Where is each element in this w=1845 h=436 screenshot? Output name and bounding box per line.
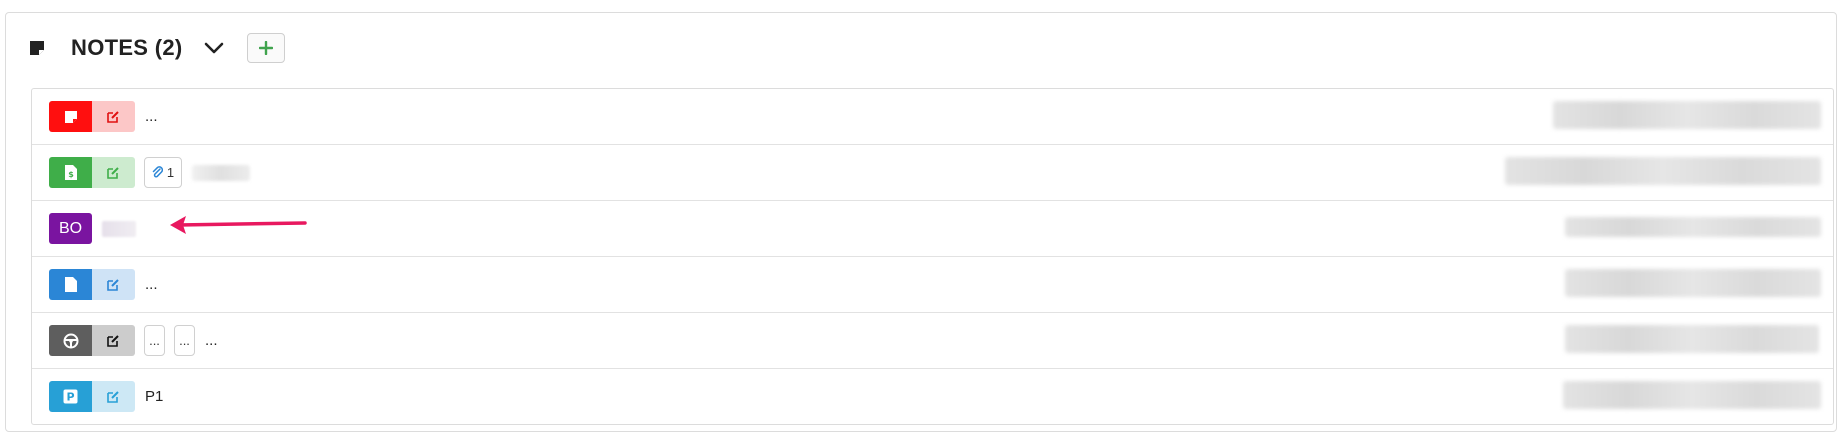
chevron-down-icon[interactable] [201,35,227,61]
sticky-note-icon [28,39,46,57]
svg-text:P: P [66,391,74,404]
vehicle-type-button[interactable] [49,325,92,356]
svg-text:$: $ [68,170,74,179]
redacted-text [1553,101,1821,129]
note-button-group [49,325,135,356]
annotation-arrow [170,216,307,234]
redacted-text [1565,217,1821,237]
attachment-count: 1 [166,165,175,180]
notes-list: ... $ 1 BO ... ... ... ... P P1 [31,88,1834,425]
redacted-text [1563,381,1821,409]
sticky-note-icon [64,110,77,123]
list-item: ... [32,89,1833,145]
list-item: $ 1 [32,145,1833,201]
tag-chip[interactable]: ... [174,325,195,356]
note-text: ... [205,332,218,349]
list-item: P P1 [32,369,1833,424]
edit-button[interactable] [92,381,135,412]
invoice-icon: $ [64,165,77,180]
edit-icon [107,111,119,123]
author-badge[interactable]: BO [49,213,92,244]
edit-button[interactable] [92,325,135,356]
attachments-button[interactable]: 1 [144,157,182,188]
parking-type-button[interactable]: P [49,381,92,412]
redacted-text [1565,269,1821,297]
redacted-text [102,220,136,237]
note-button-group: P [49,381,135,412]
note-text: ... [145,276,158,293]
note-button-group [49,101,135,132]
edit-icon [107,167,119,179]
tag-chip[interactable]: ... [144,325,165,356]
edit-button[interactable] [92,101,135,132]
plus-icon [258,41,273,55]
edit-icon [107,335,119,347]
document-icon [64,277,77,292]
note-button-group [49,269,135,300]
list-item: ... [32,257,1833,313]
paperclip-icon [152,166,163,178]
note-text: P1 [145,388,164,405]
parking-icon: P [63,389,78,404]
notes-title: NOTES (2) [71,35,183,60]
edit-button[interactable] [92,269,135,300]
redacted-text [1505,157,1821,185]
note-text: ... [145,108,158,125]
redacted-text [192,164,250,181]
add-note-button[interactable] [246,33,285,63]
notes-header: NOTES (2) [28,33,285,63]
redacted-text [1565,325,1819,353]
list-item: ... ... ... [32,313,1833,369]
sticky-note-type-button[interactable] [49,101,92,132]
note-button-group: $ [49,157,135,188]
document-type-button[interactable] [49,269,92,300]
edit-icon [107,279,119,291]
edit-button[interactable] [92,157,135,188]
edit-icon [107,391,119,403]
invoice-type-button[interactable]: $ [49,157,92,188]
steering-wheel-icon [63,333,78,348]
